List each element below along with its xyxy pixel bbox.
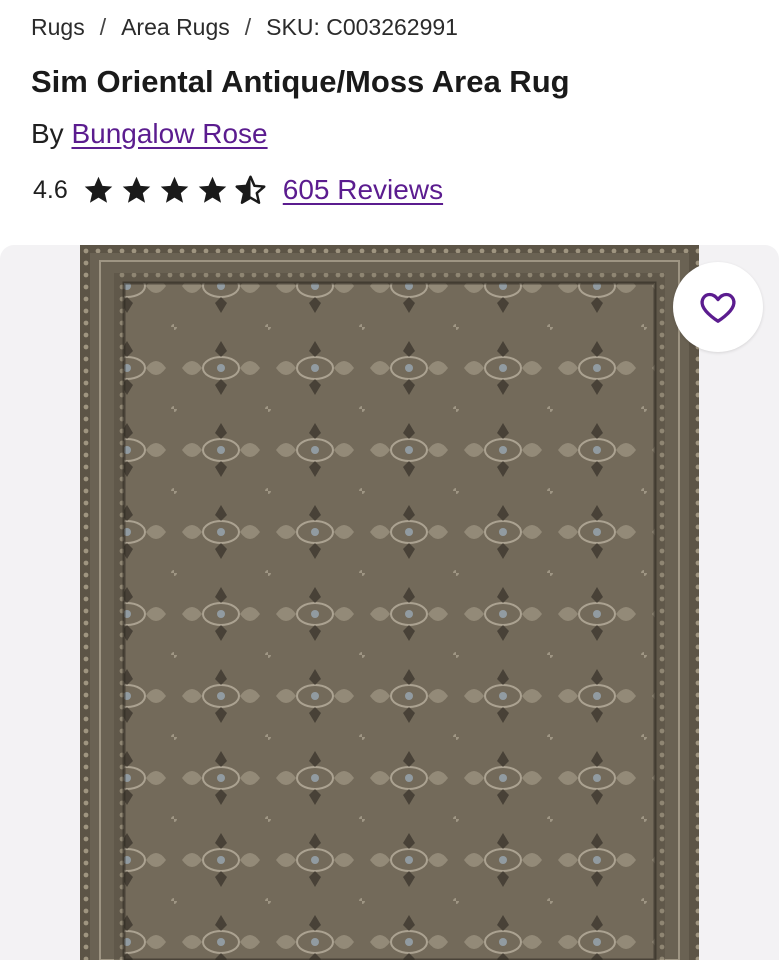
brand-link[interactable]: Bungalow Rose [71, 118, 267, 149]
star-rating [82, 174, 267, 207]
favorite-button[interactable] [673, 262, 763, 352]
star-half-icon [235, 175, 266, 204]
product-gallery[interactable] [0, 245, 779, 960]
breadcrumb: Rugs / Area Rugs / SKU: C003262991 [31, 14, 458, 41]
rug-image[interactable] [80, 245, 699, 960]
reviews-link[interactable]: 605 Reviews [283, 174, 443, 206]
by-prefix: By [31, 118, 64, 149]
breadcrumb-area-rugs[interactable]: Area Rugs [121, 14, 230, 41]
rating-row: 4.6 605 Reviews [33, 170, 443, 210]
rug-pattern [80, 245, 699, 960]
product-title: Sim Oriental Antique/Moss Area Rug [31, 64, 570, 99]
breadcrumb-separator: / [244, 14, 252, 40]
rating-score: 4.6 [33, 175, 68, 204]
heart-outline-icon [700, 292, 736, 323]
breadcrumb-rugs[interactable]: Rugs [31, 14, 85, 41]
sku-label: SKU: C003262991 [266, 14, 458, 40]
star-full-icon [122, 176, 151, 203]
breadcrumb-separator: / [99, 14, 107, 40]
star-full-icon [160, 176, 189, 203]
star-full-icon [198, 176, 227, 203]
star-full-icon [84, 176, 113, 203]
brand-line: By Bungalow Rose [31, 118, 268, 150]
